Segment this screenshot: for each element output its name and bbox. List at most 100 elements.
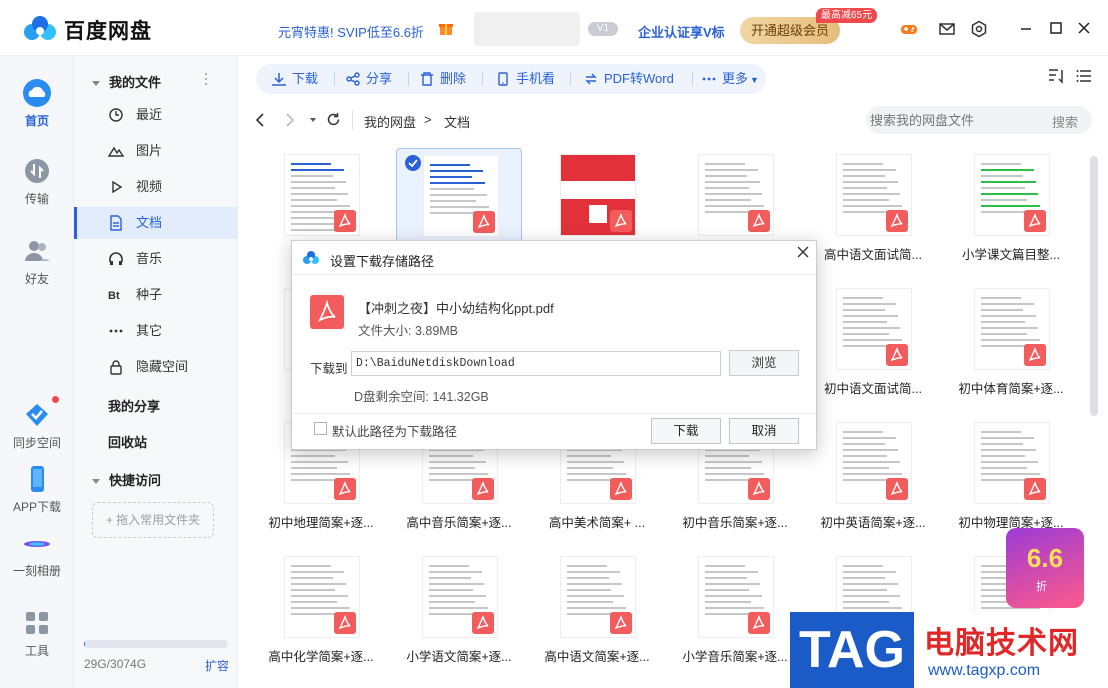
svip-promo-link[interactable]: 元宵特惠! SVIP低至6.6折 bbox=[278, 22, 424, 41]
rail-friends[interactable]: 好友 bbox=[0, 236, 74, 287]
sidebar-recycle-bin[interactable]: 回收站 bbox=[108, 432, 147, 451]
sidebar-item-videos[interactable]: 视频 bbox=[74, 171, 238, 203]
sidebar-my-files[interactable]: 我的文件 bbox=[92, 72, 161, 91]
expand-storage-link[interactable]: 扩容 bbox=[205, 657, 229, 674]
discount-promo-badge[interactable]: 6.6 bbox=[1006, 528, 1084, 608]
rail-sync[interactable]: 同步空间 bbox=[0, 400, 74, 451]
sidebar-item-other[interactable]: 其它 bbox=[74, 315, 238, 347]
file-name: 高中化学简案+逐... bbox=[268, 650, 374, 664]
toolbar-divider bbox=[692, 72, 693, 86]
rail-app-download[interactable]: APP下载 bbox=[0, 464, 74, 515]
sidebar-item-label: 图片 bbox=[136, 143, 163, 158]
sidebar-item-recent[interactable]: 最近 bbox=[74, 99, 238, 131]
pdf-to-word-button[interactable]: PDF转Word bbox=[584, 64, 674, 94]
file-item[interactable]: 高中语文面试简... bbox=[810, 148, 936, 276]
search-button[interactable]: 搜索 bbox=[1052, 112, 1078, 131]
pdf-icon bbox=[748, 478, 770, 500]
settings-icon[interactable] bbox=[970, 20, 988, 38]
pdf-file-icon bbox=[310, 295, 344, 329]
file-item[interactable]: 小学音乐简案+逐... bbox=[672, 550, 798, 678]
maximize-icon[interactable] bbox=[1048, 20, 1064, 36]
rail-home[interactable]: 首页 bbox=[0, 78, 74, 129]
game-icon[interactable] bbox=[900, 20, 918, 38]
transfer-icon bbox=[25, 159, 49, 183]
pdf-icon bbox=[473, 211, 495, 233]
file-item[interactable]: 小学课文篇目整... bbox=[948, 148, 1074, 276]
file-name: 高中语文简案+逐... bbox=[544, 650, 650, 664]
close-icon[interactable] bbox=[796, 245, 810, 259]
sidebar-item-label: 音乐 bbox=[136, 251, 163, 266]
dialog-cancel-button[interactable]: 取消 bbox=[729, 418, 799, 444]
minimize-icon[interactable] bbox=[1018, 20, 1034, 36]
rail-transfer[interactable]: 传输 bbox=[0, 156, 74, 207]
trash-icon bbox=[421, 72, 433, 86]
download-to-label: 下载到 bbox=[310, 362, 348, 376]
download-icon bbox=[272, 73, 286, 86]
sidebar-quick-access[interactable]: 快捷访问 bbox=[92, 470, 161, 489]
pdf-icon bbox=[886, 478, 908, 500]
refresh-icon[interactable] bbox=[326, 112, 341, 127]
rail-sync-label: 同步空间 bbox=[12, 436, 61, 450]
default-path-label[interactable]: 默认此路径为下载路径 bbox=[332, 421, 457, 440]
gift-icon[interactable] bbox=[438, 20, 454, 36]
rail-album[interactable]: 一刻相册 bbox=[0, 528, 74, 579]
sidebar-item-documents[interactable]: 文档 bbox=[74, 207, 238, 239]
sync-icon bbox=[26, 404, 48, 426]
file-name: 初中语文面试简... bbox=[824, 382, 922, 396]
site-watermark: TAG 电脑技术网 www.tagxp.com bbox=[790, 612, 1108, 688]
rail-app-download-label: APP下载 bbox=[12, 500, 61, 514]
pdf-icon bbox=[334, 210, 356, 232]
file-item[interactable]: 初中物理简案+逐... bbox=[948, 416, 1074, 544]
file-name: 初中英语简案+逐... bbox=[820, 516, 926, 530]
sidebar-item-hidden-space[interactable]: 隐藏空间 bbox=[74, 351, 238, 383]
enterprise-cert-link[interactable]: 企业认证享V标 bbox=[638, 22, 725, 41]
sidebar-item-music[interactable]: 音乐 bbox=[74, 243, 238, 275]
file-item[interactable]: 高中化学简案+逐... bbox=[258, 550, 384, 678]
forward-arrow-icon[interactable] bbox=[284, 113, 296, 127]
dialog-header: 设置下载存储路径 bbox=[292, 241, 816, 275]
file-item[interactable]: 初中语文面试简... bbox=[810, 282, 936, 410]
dialog-download-button[interactable]: 下载 bbox=[651, 418, 721, 444]
more-button[interactable]: 更多 ▼ bbox=[702, 64, 759, 94]
sidebar-my-share[interactable]: 我的分享 bbox=[108, 396, 160, 415]
mail-icon[interactable] bbox=[938, 20, 956, 38]
cloud-icon bbox=[23, 79, 51, 107]
user-avatar[interactable] bbox=[474, 12, 580, 46]
file-name: 小学语文简案+逐... bbox=[406, 650, 512, 664]
delete-button[interactable]: 删除 bbox=[420, 64, 466, 94]
more-vertical-icon[interactable] bbox=[204, 72, 208, 86]
title-bar: 百度网盘 元宵特惠! SVIP低至6.6折 V1 企业认证享V标 开通超级会员 … bbox=[0, 0, 1108, 56]
dialog-file-size: 文件大小: 3.89MB bbox=[358, 324, 459, 338]
sort-icon[interactable] bbox=[1048, 68, 1066, 84]
pdf-icon bbox=[886, 210, 908, 232]
list-view-icon[interactable] bbox=[1076, 68, 1092, 84]
sidebar-item-torrents[interactable]: Bt 种子 bbox=[74, 279, 238, 311]
pdf-icon bbox=[610, 478, 632, 500]
breadcrumb-root[interactable]: 我的网盘 bbox=[364, 112, 416, 131]
download-button[interactable]: 下载 bbox=[272, 64, 318, 94]
file-item[interactable]: 小学语文简案+逐... bbox=[396, 550, 522, 678]
free-space-text: D盘剩余空间: 141.32GB bbox=[354, 390, 489, 404]
sidebar-item-images[interactable]: 图片 bbox=[74, 135, 238, 167]
close-window-icon[interactable] bbox=[1076, 20, 1092, 36]
browse-button[interactable]: 浏览 bbox=[729, 350, 799, 376]
add-common-folder-dropzone[interactable]: + 拖入常用文件夹 bbox=[92, 502, 214, 538]
download-path-input[interactable] bbox=[351, 351, 721, 376]
rail-tools[interactable]: 工具 bbox=[0, 608, 74, 659]
file-item[interactable]: 初中体育简案+逐... bbox=[948, 282, 1074, 410]
file-item[interactable]: 初中英语简案+逐... bbox=[810, 416, 936, 544]
download-path-dialog: 设置下载存储路径 【冲刺之夜】中小幼结构化ppt.pdf 文件大小: 3.89M… bbox=[291, 240, 817, 450]
file-name: 初中音乐简案+逐... bbox=[682, 516, 788, 530]
friends-icon bbox=[25, 241, 50, 261]
search-input[interactable] bbox=[866, 106, 1046, 134]
history-dropdown-icon[interactable] bbox=[310, 118, 316, 122]
mobile-view-button[interactable]: 手机看 bbox=[496, 64, 555, 94]
default-path-checkbox[interactable] bbox=[314, 422, 327, 435]
video-icon bbox=[112, 180, 123, 194]
selected-check-icon[interactable] bbox=[405, 155, 421, 171]
share-button[interactable]: 分享 bbox=[346, 64, 392, 94]
scrollbar[interactable] bbox=[1090, 156, 1098, 416]
phone-icon bbox=[31, 466, 44, 492]
back-arrow-icon[interactable] bbox=[254, 113, 266, 127]
file-item[interactable]: 高中语文简案+逐... bbox=[534, 550, 660, 678]
